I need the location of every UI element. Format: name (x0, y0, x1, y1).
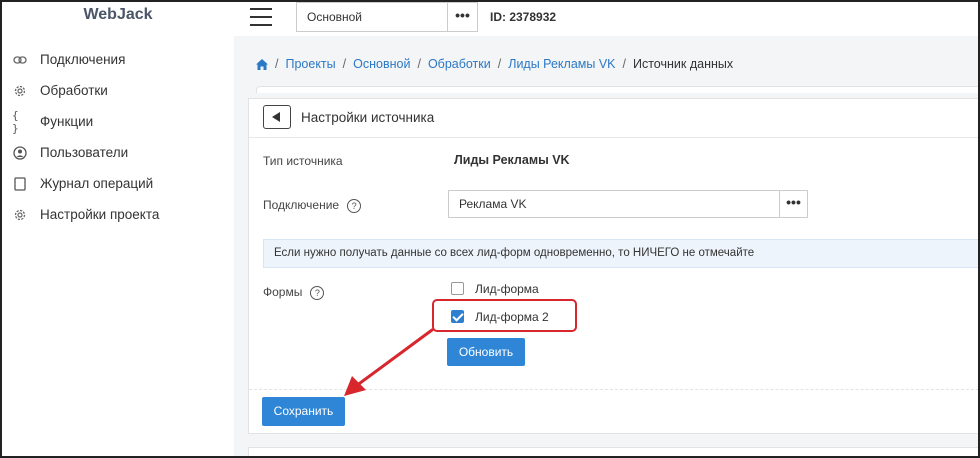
sidebar-item-label: Пользователи (40, 145, 129, 160)
breadcrumb-project[interactable]: Основной (353, 57, 410, 71)
sidebar-item-processing[interactable]: Обработки (12, 75, 159, 106)
form-checkbox-1[interactable] (451, 282, 464, 295)
project-options-button[interactable]: ••• (448, 2, 478, 32)
breadcrumb-separator: / (497, 57, 502, 71)
sidebar-item-users[interactable]: Пользователи (12, 137, 159, 168)
forms-label-row: Формы? (263, 285, 325, 300)
connection-options-button[interactable]: ••• (779, 190, 808, 218)
card-strip (256, 86, 980, 93)
home-icon[interactable] (256, 58, 268, 70)
refresh-button[interactable]: Обновить (447, 338, 525, 366)
source-type-value: Лиды Рекламы VK (454, 153, 570, 167)
sidebar-nav: Подключения Обработки { } Функции Пользо… (12, 44, 159, 230)
breadcrumb-projects[interactable]: Проекты (285, 57, 335, 71)
project-id: ID: 2378932 (490, 10, 557, 24)
settings-icon (12, 207, 28, 223)
breadcrumb: / Проекты / Основной / Обработки / Лиды … (256, 57, 733, 71)
brand-logo[interactable]: WebJack (2, 6, 234, 24)
sidebar-item-label: Журнал операций (40, 176, 154, 191)
save-button[interactable]: Сохранить (262, 397, 345, 426)
breadcrumb-process-item[interactable]: Лиды Рекламы VK (508, 57, 615, 71)
sidebar: WebJack Подключения Обработки { } Функци… (2, 2, 234, 456)
top-bar: Основной ••• ID: 2378932 (234, 2, 978, 36)
card-header: Настройки источника (249, 99, 979, 138)
highlight-box (432, 299, 577, 332)
sidebar-item-journal[interactable]: Журнал операций (12, 168, 159, 199)
connection-field[interactable]: Реклама VK (448, 190, 780, 218)
source-type-label: Тип источника (263, 154, 343, 168)
breadcrumb-separator: / (622, 57, 626, 71)
sidebar-item-label: Функции (40, 114, 94, 129)
sidebar-item-connections[interactable]: Подключения (12, 44, 159, 75)
sidebar-item-label: Настройки проекта (40, 207, 160, 222)
breadcrumb-separator: / (342, 57, 347, 71)
form-checkbox-1-label: Лид-форма (475, 282, 539, 296)
journal-icon (12, 176, 28, 192)
source-settings-card: Настройки источника Тип источника Лиды Р… (248, 98, 980, 434)
hamburger-menu-icon[interactable] (250, 8, 272, 28)
breadcrumb-separator: / (417, 57, 421, 71)
braces-icon: { } (12, 108, 19, 135)
breadcrumb-processing[interactable]: Обработки (428, 57, 491, 71)
next-card-strip (248, 447, 980, 458)
link-icon (12, 52, 28, 68)
gear-icon (12, 83, 28, 99)
back-button[interactable] (263, 105, 291, 129)
connection-label: Подключение (263, 198, 340, 212)
user-icon (12, 145, 28, 161)
info-alert: Если нужно получать данные со всех лид-ф… (263, 239, 980, 268)
forms-label: Формы (263, 285, 303, 299)
breadcrumb-separator: / (275, 57, 279, 71)
card-title: Настройки источника (301, 110, 435, 125)
help-icon[interactable]: ? (347, 198, 362, 213)
sidebar-item-label: Подключения (40, 52, 126, 67)
divider (249, 389, 979, 390)
sidebar-item-label: Обработки (40, 83, 108, 98)
connection-label-row: Подключение? (263, 198, 362, 213)
project-select[interactable]: Основной (296, 2, 448, 32)
breadcrumb-current: Источник данных (632, 57, 734, 71)
help-icon[interactable]: ? (310, 285, 325, 300)
sidebar-item-project-settings[interactable]: Настройки проекта (12, 199, 159, 230)
sidebar-item-functions[interactable]: { } Функции (12, 106, 159, 137)
